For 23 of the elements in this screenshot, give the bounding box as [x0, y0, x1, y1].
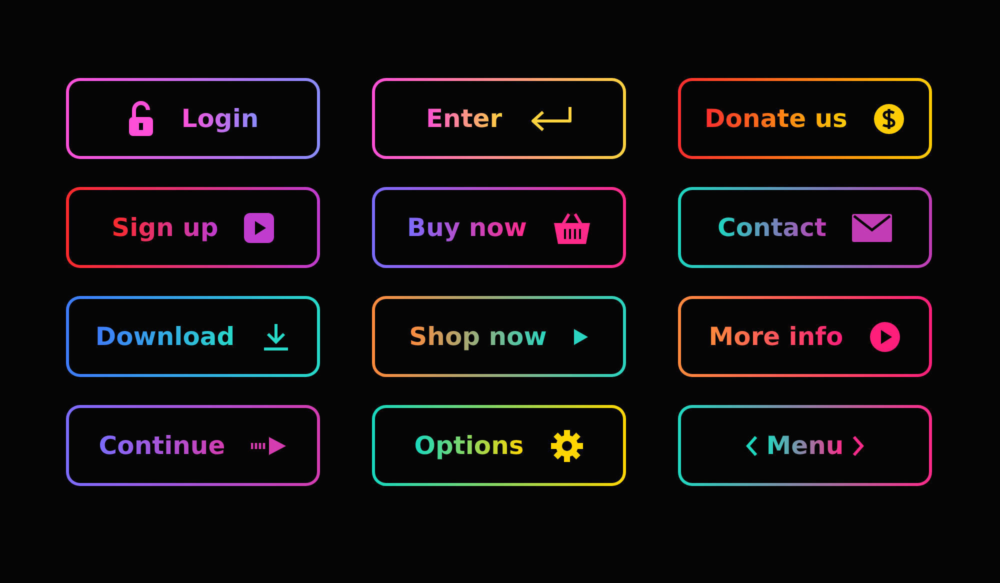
button[interactable]: Donate us	[678, 78, 932, 159]
button[interactable]: Options	[372, 405, 626, 486]
play-icon	[869, 320, 902, 352]
play-icon	[244, 212, 274, 242]
chevron-left-icon	[746, 434, 758, 456]
button[interactable]: More info	[678, 296, 932, 377]
chevron-right-icon	[852, 434, 864, 456]
button[interactable]: Download	[66, 296, 320, 377]
button[interactable]: Sign up	[66, 187, 320, 268]
envelope-icon	[852, 214, 892, 242]
lock-icon	[127, 100, 156, 136]
button[interactable]: Login	[66, 78, 320, 159]
button[interactable]: Shop now	[372, 296, 626, 377]
button[interactable]: Menu	[678, 405, 932, 486]
button[interactable]: Enter	[372, 78, 626, 159]
button[interactable]: Buy now	[372, 187, 626, 268]
play-icon	[572, 328, 589, 346]
arrow-icon	[251, 436, 288, 456]
dollar-coin-icon	[873, 102, 906, 134]
basket-icon	[552, 210, 591, 244]
button[interactable]: Contact	[678, 187, 932, 268]
settings-icon	[550, 428, 584, 462]
button[interactable]: Continue	[66, 405, 320, 486]
